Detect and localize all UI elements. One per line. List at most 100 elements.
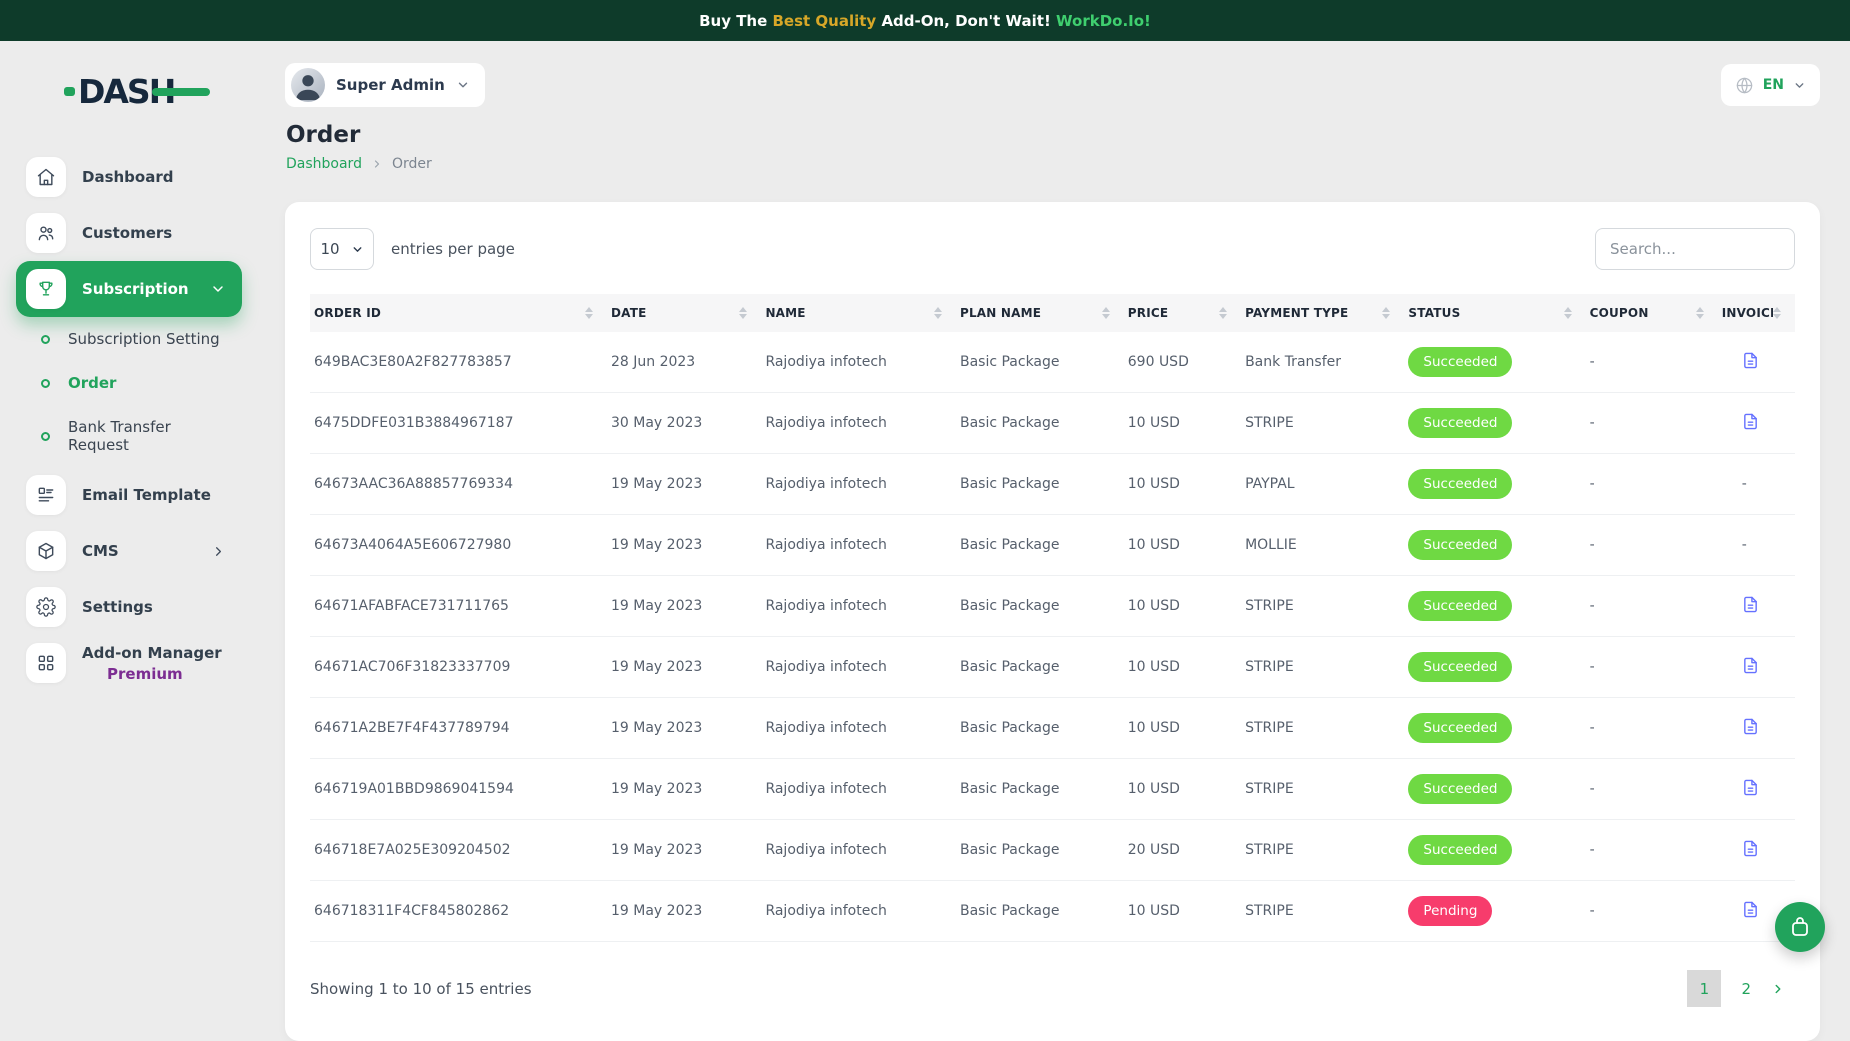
- sidebar-item-addon-manager[interactable]: Add-on Manager Premium: [16, 635, 242, 691]
- invoice-file-icon[interactable]: [1742, 352, 1759, 369]
- sort-icon[interactable]: [585, 307, 593, 319]
- bullet-icon: [41, 432, 50, 441]
- name-cell: Rajodiya infotech: [761, 637, 956, 698]
- status-badge: Pending: [1408, 896, 1492, 926]
- plan-cell: Basic Package: [956, 881, 1124, 942]
- status-cell: Succeeded: [1404, 820, 1585, 881]
- next-page-button[interactable]: [1771, 982, 1785, 996]
- column-header-coupon[interactable]: COUPON: [1586, 294, 1718, 332]
- orders-card: 10 entries per page ORDER ID DATE NAME: [285, 202, 1820, 1041]
- users-icon: [26, 213, 66, 253]
- date-cell: 19 May 2023: [607, 515, 761, 576]
- sort-icon[interactable]: [1102, 307, 1110, 319]
- coupon-cell: -: [1586, 515, 1718, 576]
- cart-fab-button[interactable]: [1775, 902, 1825, 952]
- invoice-file-icon[interactable]: [1742, 596, 1759, 613]
- status-cell: Succeeded: [1404, 698, 1585, 759]
- sort-icon[interactable]: [1564, 307, 1572, 319]
- sidebar-subitem-subscription-setting[interactable]: Subscription Setting: [16, 317, 242, 361]
- invoice-cell: -: [1718, 515, 1795, 576]
- column-header-date[interactable]: DATE: [607, 294, 761, 332]
- sidebar-item-customers[interactable]: Customers: [16, 205, 242, 261]
- page-2-button[interactable]: 2: [1741, 980, 1751, 998]
- status-cell: Succeeded: [1404, 637, 1585, 698]
- name-cell: Rajodiya infotech: [761, 393, 956, 454]
- coupon-cell: -: [1586, 637, 1718, 698]
- order-id-cell: 64673A4064A5E606727980: [310, 515, 607, 576]
- user-menu[interactable]: Super Admin: [285, 63, 485, 107]
- name-cell: Rajodiya infotech: [761, 820, 956, 881]
- sort-icon[interactable]: [1773, 307, 1781, 319]
- sort-icon[interactable]: [1219, 307, 1227, 319]
- invoice-file-icon[interactable]: [1742, 718, 1759, 735]
- sidebar-item-subscription[interactable]: Subscription: [16, 261, 242, 317]
- premium-badge: Premium: [107, 665, 222, 683]
- status-cell: Succeeded: [1404, 515, 1585, 576]
- plan-cell: Basic Package: [956, 454, 1124, 515]
- name-cell: Rajodiya infotech: [761, 454, 956, 515]
- invoice-file-icon[interactable]: [1742, 779, 1759, 796]
- user-name: Super Admin: [336, 76, 445, 94]
- invoice-cell: [1718, 820, 1795, 881]
- status-badge: Succeeded: [1408, 530, 1512, 560]
- status-badge: Succeeded: [1408, 469, 1512, 499]
- sidebar-subitem-bank-transfer-request[interactable]: Bank Transfer Request: [16, 405, 242, 467]
- chevron-down-icon: [456, 78, 470, 92]
- language-selector[interactable]: EN: [1721, 64, 1820, 106]
- payment-cell: STRIPE: [1241, 820, 1404, 881]
- status-badge: Succeeded: [1408, 591, 1512, 621]
- date-cell: 19 May 2023: [607, 759, 761, 820]
- table-controls: 10 entries per page: [310, 228, 1795, 270]
- order-id-cell: 646718311F4CF845802862: [310, 881, 607, 942]
- entries-value: 10: [320, 240, 339, 258]
- template-list-icon: [26, 475, 66, 515]
- sort-icon[interactable]: [1382, 307, 1390, 319]
- column-header-plan-name[interactable]: PLAN NAME: [956, 294, 1124, 332]
- plan-cell: Basic Package: [956, 515, 1124, 576]
- sidebar-item-email-template[interactable]: Email Template: [16, 467, 242, 523]
- column-header-name[interactable]: NAME: [761, 294, 956, 332]
- sort-icon[interactable]: [1696, 307, 1704, 319]
- breadcrumb-dashboard-link[interactable]: Dashboard: [286, 156, 362, 172]
- price-cell: 10 USD: [1124, 759, 1241, 820]
- sort-icon[interactable]: [934, 307, 942, 319]
- column-header-status[interactable]: STATUS: [1404, 294, 1585, 332]
- status-badge: Succeeded: [1408, 347, 1512, 377]
- date-cell: 28 Jun 2023: [607, 332, 761, 393]
- shopping-bag-icon: [1788, 915, 1812, 939]
- invoice-cell: [1718, 576, 1795, 637]
- payment-cell: STRIPE: [1241, 637, 1404, 698]
- price-cell: 10 USD: [1124, 576, 1241, 637]
- order-id-cell: 646719A01BBD9869041594: [310, 759, 607, 820]
- payment-cell: STRIPE: [1241, 759, 1404, 820]
- banner-workdo-link[interactable]: WorkDo.Io!: [1056, 12, 1151, 30]
- sidebar-item-label: Settings: [82, 598, 153, 616]
- column-header-order-id[interactable]: ORDER ID: [310, 294, 607, 332]
- plan-cell: Basic Package: [956, 332, 1124, 393]
- sort-icon[interactable]: [739, 307, 747, 319]
- invoice-cell: [1718, 332, 1795, 393]
- sidebar-item-dashboard[interactable]: Dashboard: [16, 149, 242, 205]
- coupon-cell: -: [1586, 576, 1718, 637]
- date-cell: 19 May 2023: [607, 637, 761, 698]
- banner-highlight: Best Quality: [773, 12, 877, 30]
- invoice-file-icon[interactable]: [1742, 413, 1759, 430]
- column-header-payment-type[interactable]: PAYMENT TYPE: [1241, 294, 1404, 332]
- invoice-file-icon[interactable]: [1742, 901, 1759, 918]
- sidebar-item-label: Dashboard: [82, 168, 173, 186]
- date-cell: 19 May 2023: [607, 576, 761, 637]
- sidebar-item-settings[interactable]: Settings: [16, 579, 242, 635]
- plan-cell: Basic Package: [956, 759, 1124, 820]
- invoice-file-icon[interactable]: [1742, 840, 1759, 857]
- column-header-price[interactable]: PRICE: [1124, 294, 1241, 332]
- home-icon: [26, 157, 66, 197]
- sidebar-item-cms[interactable]: CMS: [16, 523, 242, 579]
- column-header-invoice[interactable]: INVOICE: [1718, 294, 1795, 332]
- coupon-cell: -: [1586, 759, 1718, 820]
- sidebar-subitem-order[interactable]: Order: [16, 361, 242, 405]
- breadcrumb: Dashboard Order: [286, 156, 1820, 172]
- entries-per-page-select[interactable]: 10: [310, 228, 374, 270]
- invoice-file-icon[interactable]: [1742, 657, 1759, 674]
- search-input[interactable]: [1595, 228, 1795, 270]
- brand-logo[interactable]: DASH: [64, 73, 214, 109]
